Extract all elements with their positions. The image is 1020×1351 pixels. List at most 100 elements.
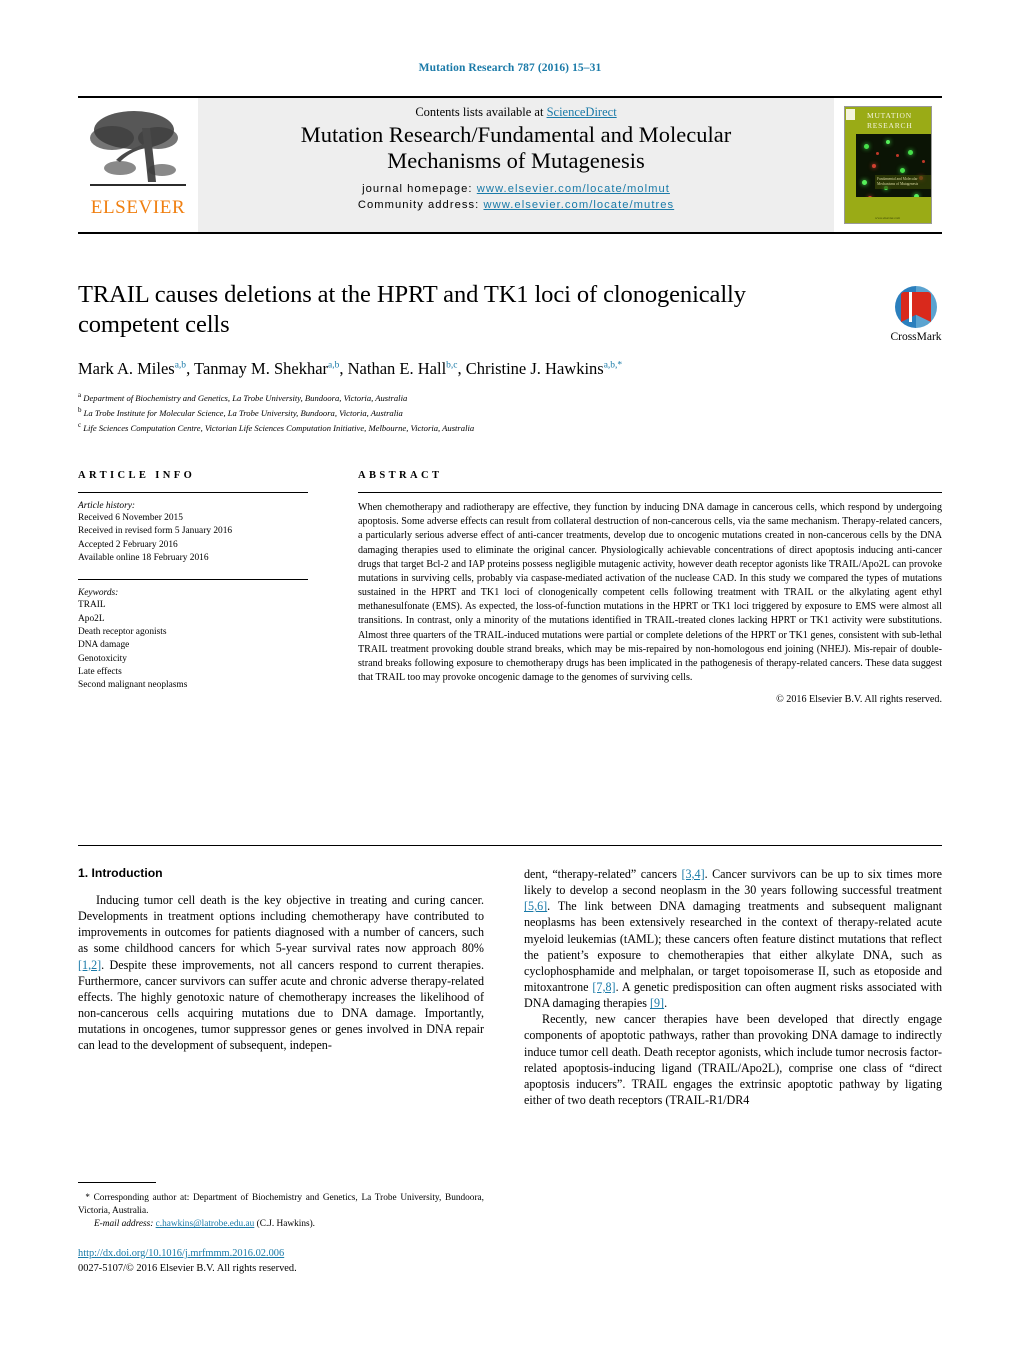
cover-footer-url: www.elsevier.com <box>875 216 901 220</box>
homepage-label: journal homepage: <box>362 182 473 195</box>
author-separator: , <box>457 358 466 378</box>
intro-paragraph-1-right: dent, “therapy-related” cancers [3,4]. C… <box>524 866 942 1011</box>
contents-prefix: Contents lists available at <box>415 105 547 119</box>
cover-subtitle: Fundamental and Molecular Mechanisms of … <box>875 174 931 189</box>
intro-text-b: . Despite these improvements, not all ca… <box>78 957 484 1053</box>
doi-link[interactable]: http://dx.doi.org/10.1016/j.mrfmmm.2016.… <box>78 1248 284 1259</box>
journal-cover-thumbnail: MUTATION RESEARCH Fundamental and Molecu… <box>844 106 932 224</box>
journal-title: Mutation Research/Fundamental and Molecu… <box>208 122 824 175</box>
journal-homepage-line: journal homepage: www.elsevier.com/locat… <box>208 181 824 198</box>
journal-title-line1: Mutation Research/Fundamental and Molecu… <box>300 122 732 147</box>
author-entry: Christine J. Hawkinsa,b,* <box>466 359 622 378</box>
author-separator: , <box>186 358 195 378</box>
journal-article-page: Mutation Research 787 (2016) 15–31 ELSEV… <box>0 0 1020 1351</box>
elsevier-logo: ELSEVIER <box>78 98 198 232</box>
crossmark-book-icon <box>901 292 931 322</box>
community-label: Community address: <box>357 199 480 212</box>
abstract-column: ABSTRACT When chemotherapy and radiother… <box>358 470 942 705</box>
article-info-column: ARTICLE INFO Article history: Received 6… <box>78 470 308 693</box>
article-history-item: Received 6 November 2015 <box>78 513 183 523</box>
corresponding-author-note: * Corresponding author at: Department of… <box>78 1191 484 1218</box>
crossmark-badge[interactable]: CrossMark <box>868 286 964 343</box>
keyword-item: Genotoxicity <box>78 653 127 664</box>
body-column-right: dent, “therapy-related” cancers [3,4]. C… <box>524 866 942 1108</box>
keyword-item: TRAIL <box>78 600 106 611</box>
community-address-line: Community address: www.elsevier.com/loca… <box>208 197 824 214</box>
author-separator: , <box>339 358 348 378</box>
title-block: TRAIL causes deletions at the HPRT and T… <box>78 280 838 435</box>
affiliation-list: a Department of Biochemistry and Genetic… <box>78 390 838 435</box>
sciencedirect-link[interactable]: ScienceDirect <box>547 105 617 119</box>
crossmark-spine-icon <box>909 292 912 322</box>
journal-masthead: ELSEVIER Contents lists available at Sci… <box>78 96 942 234</box>
abstract-text: When chemotherapy and radiotherapy are e… <box>358 502 942 684</box>
keywords-block: Keywords: TRAIL Apo2L Death receptor ago… <box>78 579 308 692</box>
running-head: Mutation Research 787 (2016) 15–31 <box>418 62 602 74</box>
intro-text-g: . <box>664 996 668 1011</box>
keywords-rule <box>78 579 308 581</box>
issn-copyright-line: 0027-5107/© 2016 Elsevier B.V. All right… <box>78 1263 297 1275</box>
community-address-link[interactable]: www.elsevier.com/locate/mutres <box>484 199 675 211</box>
affiliation-mark: c <box>78 421 82 430</box>
intro-paragraph-1-left: Inducing tumor cell death is the key obj… <box>78 892 484 1053</box>
citation-1-2[interactable]: [1,2] <box>78 958 101 972</box>
affiliation-item: c Life Sciences Computation Centre, Vict… <box>78 420 838 435</box>
author-affiliation-marks: a,b <box>328 360 340 371</box>
section-heading-introduction: 1. Introduction <box>78 866 163 880</box>
author-list: Mark A. Milesa,b, Tanmay M. Shekhara,b, … <box>78 358 838 379</box>
doi-block: http://dx.doi.org/10.1016/j.mrfmmm.2016.… <box>78 1246 498 1276</box>
author-entry: Nathan E. Hallb,c, <box>348 359 466 378</box>
author-entry: Tanmay M. Shekhara,b, <box>194 359 348 378</box>
keyword-item: Second malignant neoplasms <box>78 680 188 691</box>
author-name: Mark A. Miles <box>78 358 175 378</box>
journal-center-block: Contents lists available at ScienceDirec… <box>198 98 834 232</box>
affiliation-text: La Trobe Institute for Molecular Science… <box>83 407 403 418</box>
keyword-item: Late effects <box>78 667 122 678</box>
abstract-heading: ABSTRACT <box>358 470 443 481</box>
journal-cover-block: MUTATION RESEARCH Fundamental and Molecu… <box>834 98 942 232</box>
keyword-item: Apo2L <box>78 613 105 624</box>
article-info-heading: ARTICLE INFO <box>78 470 196 481</box>
affiliation-mark: a <box>78 391 82 400</box>
affiliation-text: Life Sciences Computation Centre, Victor… <box>83 422 475 433</box>
affiliation-item: b La Trobe Institute for Molecular Scien… <box>78 405 838 420</box>
article-history-label: Article history: <box>78 501 136 511</box>
journal-title-line2: Mechanisms of Mutagenesis <box>387 148 645 174</box>
intro-text-c: dent, “therapy-related” cancers <box>524 867 682 881</box>
journal-homepage-link[interactable]: www.elsevier.com/locate/molmut <box>477 183 670 195</box>
author-name: Nathan E. Hall <box>347 358 447 378</box>
contents-available-line: Contents lists available at ScienceDirec… <box>208 105 824 120</box>
email-owner: (C.J. Hawkins). <box>256 1219 316 1230</box>
crossmark-label: CrossMark <box>890 331 942 343</box>
footnote-divider-rule <box>78 1182 156 1183</box>
affiliation-mark: b <box>78 406 82 415</box>
citation-9[interactable]: [9] <box>650 996 664 1010</box>
affiliation-text: Department of Biochemistry and Genetics,… <box>83 393 408 404</box>
citation-7-8[interactable]: [7,8] <box>592 980 615 994</box>
author-entry: Mark A. Milesa,b, <box>78 359 194 378</box>
email-label: E-mail address: <box>94 1219 154 1230</box>
intro-text-a: Inducing tumor cell death is the key obj… <box>78 893 484 956</box>
body-column-left: 1. Introduction Inducing tumor cell deat… <box>78 866 484 1053</box>
author-affiliation-marks: a,b <box>174 360 187 371</box>
author-affiliation-marks: b,c <box>446 360 458 371</box>
crossmark-icon <box>895 286 937 328</box>
page-title: TRAIL causes deletions at the HPRT and T… <box>78 281 746 338</box>
body-divider-rule <box>78 845 942 846</box>
elsevier-wordmark: ELSEVIER <box>90 197 186 218</box>
footnote-block: * Corresponding author at: Department of… <box>78 1191 484 1232</box>
citation-3-4[interactable]: [3,4] <box>681 867 704 881</box>
keyword-item: DNA damage <box>78 640 130 651</box>
article-info-rule <box>78 492 308 493</box>
author-name: Christine J. Hawkins <box>465 358 604 378</box>
keyword-item: Death receptor agonists <box>78 627 167 638</box>
citation-5-6[interactable]: [5,6] <box>524 899 547 913</box>
cover-elsevier-mark-icon <box>846 109 855 120</box>
author-affiliation-marks: a,b,* <box>603 360 623 371</box>
abstract-copyright: © 2016 Elsevier B.V. All rights reserved… <box>776 694 942 706</box>
affiliation-item: a Department of Biochemistry and Genetic… <box>78 390 838 405</box>
article-history-item: Accepted 2 February 2016 <box>78 539 178 550</box>
author-name: Tanmay M. Shekhar <box>194 358 329 378</box>
article-history-item: Received in revised form 5 January 2016 <box>78 526 233 537</box>
email-link[interactable]: c.hawkins@latrobe.edu.au <box>156 1219 255 1229</box>
